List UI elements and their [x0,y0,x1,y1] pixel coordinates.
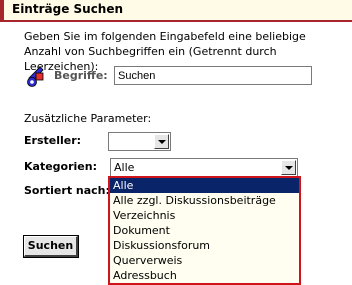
categories-dropdown-list[interactable]: Alle Alle zzgl. Diskussionsbeiträge Verz… [108,176,301,285]
dropdown-option-adressbuch[interactable]: Adressbuch [110,268,299,283]
dropdown-option-verzeichnis[interactable]: Verzeichnis [110,208,299,223]
chevron-down-icon [158,140,166,144]
dropdown-option-querverweis[interactable]: Querverweis [110,253,299,268]
dropdown-option-alle-zzgl-diskussionsbeitraege[interactable]: Alle zzgl. Diskussionsbeiträge [110,193,299,208]
dropdown-option-dokument[interactable]: Dokument [110,223,299,238]
creator-dropdown-button[interactable] [154,134,169,149]
page-header: Einträge Suchen [0,0,352,20]
categories-label: Kategorien: [24,160,97,173]
dropdown-option-diskussionsforum[interactable]: Diskussionsforum [110,238,299,253]
creator-select[interactable] [108,132,171,151]
categories-select[interactable]: Alle [110,158,298,177]
categories-select-value: Alle [114,161,135,174]
categories-dropdown-button[interactable] [281,160,296,175]
header-divider [0,20,352,22]
dropdown-option-alle[interactable]: Alle [110,178,299,193]
extra-params-label: Zusätzliche Parameter: [24,112,152,125]
keywords-label: Begriffe: [54,69,108,82]
key-search-icon [27,66,44,87]
chevron-down-icon [285,166,293,170]
keywords-input[interactable] [114,66,312,85]
page-title: Einträge Suchen [12,2,124,16]
creator-label: Ersteller: [24,134,82,147]
sort-label: Sortiert nach: [24,184,110,197]
search-button[interactable]: Suchen [23,235,79,258]
header-accent-bar [0,0,4,20]
